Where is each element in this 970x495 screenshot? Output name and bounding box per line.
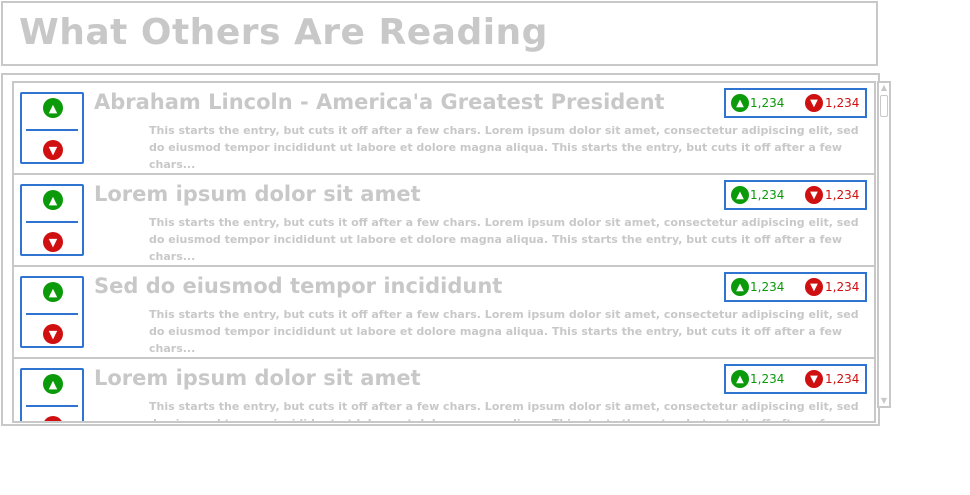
entry-title[interactable]: Lorem ipsum dolor sit amet bbox=[94, 182, 421, 206]
section-header: What Others Are Reading bbox=[1, 1, 878, 66]
chevron-down-circle-icon[interactable]: ▼ bbox=[43, 416, 63, 421]
up-count: 1,234 bbox=[750, 372, 785, 386]
up-count: 1,234 bbox=[750, 280, 785, 294]
entry-snippet: This starts the entry, but cuts it off a… bbox=[149, 400, 859, 421]
list-item[interactable]: ▲ ▼ Lorem ipsum dolor sit amet This star… bbox=[14, 359, 874, 421]
chevron-down-circle-icon: ▼ bbox=[805, 186, 823, 204]
up-count: 1,234 bbox=[750, 96, 785, 110]
chevron-down-circle-icon: ▼ bbox=[805, 278, 823, 296]
vertical-scrollbar[interactable]: ▲ ▼ bbox=[877, 81, 891, 408]
entry-title[interactable]: Sed do eiusmod tempor incididunt bbox=[94, 274, 502, 298]
down-count: 1,234 bbox=[825, 280, 860, 294]
scroll-up-arrow-icon[interactable]: ▲ bbox=[879, 83, 889, 93]
list-item[interactable]: ▲ ▼ Abraham Lincoln - America'a Greatest… bbox=[14, 83, 874, 175]
down-count: 1,234 bbox=[825, 96, 860, 110]
score-badge: ▲ 1,234 ▼ 1,234 bbox=[724, 272, 867, 302]
chevron-up-circle-icon[interactable]: ▲ bbox=[43, 190, 63, 210]
vote-divider bbox=[26, 129, 78, 131]
down-count: 1,234 bbox=[825, 372, 860, 386]
reading-list: ▲ ▼ Abraham Lincoln - America'a Greatest… bbox=[12, 81, 876, 423]
chevron-up-circle-icon: ▲ bbox=[731, 278, 749, 296]
down-count: 1,234 bbox=[825, 188, 860, 202]
vote-control: ▲ ▼ bbox=[20, 92, 84, 164]
chevron-down-circle-icon[interactable]: ▼ bbox=[43, 232, 63, 252]
vote-control: ▲ ▼ bbox=[20, 184, 84, 256]
entry-title[interactable]: Lorem ipsum dolor sit amet bbox=[94, 366, 421, 390]
entry-snippet: This starts the entry, but cuts it off a… bbox=[149, 124, 859, 171]
chevron-up-circle-icon[interactable]: ▲ bbox=[43, 282, 63, 302]
up-count: 1,234 bbox=[750, 188, 785, 202]
chevron-up-circle-icon: ▲ bbox=[731, 186, 749, 204]
chevron-down-circle-icon[interactable]: ▼ bbox=[43, 140, 63, 160]
entry-snippet: This starts the entry, but cuts it off a… bbox=[149, 308, 859, 355]
chevron-down-circle-icon: ▼ bbox=[805, 94, 823, 112]
chevron-up-circle-icon: ▲ bbox=[731, 370, 749, 388]
vote-control: ▲ ▼ bbox=[20, 276, 84, 348]
chevron-up-circle-icon[interactable]: ▲ bbox=[43, 374, 63, 394]
chevron-up-circle-icon: ▲ bbox=[731, 94, 749, 112]
list-item[interactable]: ▲ ▼ Sed do eiusmod tempor incididunt Thi… bbox=[14, 267, 874, 359]
list-item[interactable]: ▲ ▼ Lorem ipsum dolor sit amet This star… bbox=[14, 175, 874, 267]
chevron-down-circle-icon: ▼ bbox=[805, 370, 823, 388]
scroll-down-arrow-icon[interactable]: ▼ bbox=[879, 396, 889, 406]
vote-control: ▲ ▼ bbox=[20, 368, 84, 421]
score-badge: ▲ 1,234 ▼ 1,234 bbox=[724, 180, 867, 210]
reading-list-panel: ▲ ▼ Abraham Lincoln - America'a Greatest… bbox=[1, 73, 891, 426]
score-badge: ▲ 1,234 ▼ 1,234 bbox=[724, 364, 867, 394]
page-title: What Others Are Reading bbox=[19, 12, 548, 53]
score-badge: ▲ 1,234 ▼ 1,234 bbox=[724, 88, 867, 118]
chevron-up-circle-icon[interactable]: ▲ bbox=[43, 98, 63, 118]
entry-snippet: This starts the entry, but cuts it off a… bbox=[149, 216, 859, 263]
scroll-thumb[interactable] bbox=[880, 95, 888, 117]
chevron-down-circle-icon[interactable]: ▼ bbox=[43, 324, 63, 344]
vote-divider bbox=[26, 221, 78, 223]
vote-divider bbox=[26, 313, 78, 315]
vote-divider bbox=[26, 405, 78, 407]
entry-title[interactable]: Abraham Lincoln - America'a Greatest Pre… bbox=[94, 90, 665, 114]
